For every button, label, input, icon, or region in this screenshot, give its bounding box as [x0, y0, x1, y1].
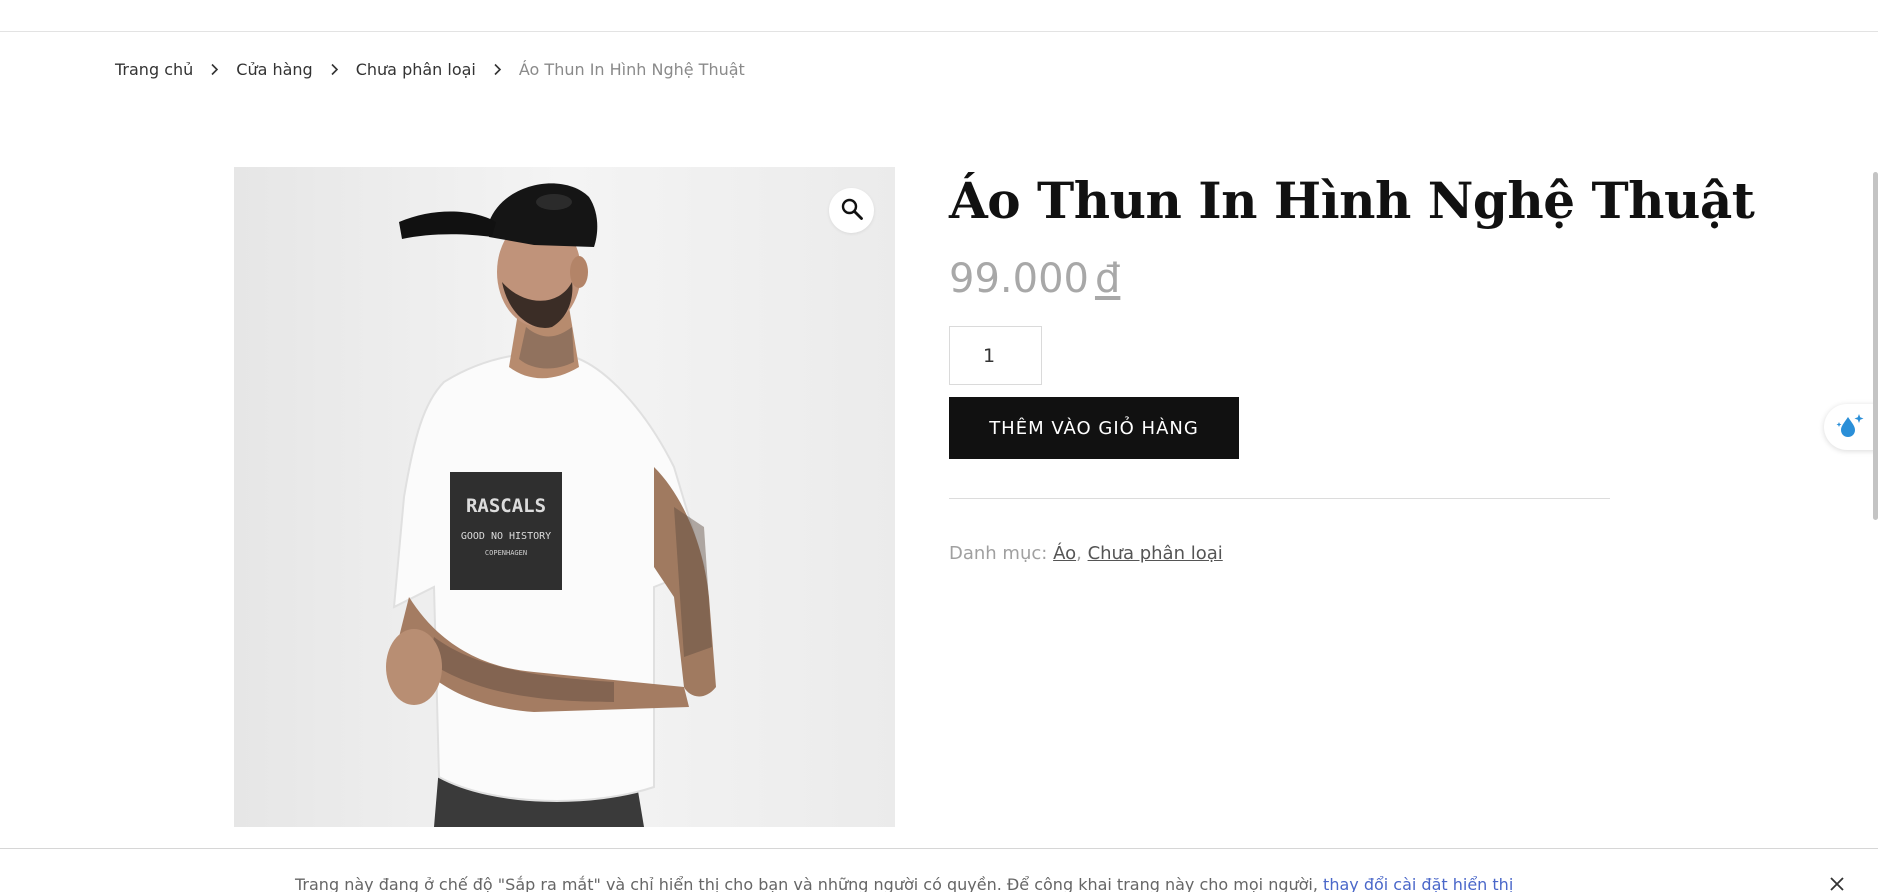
notice-settings-link[interactable]: thay đổi cài đặt hiển thị	[1323, 875, 1513, 892]
price-amount: 99.000	[949, 256, 1089, 302]
product-photo: RASCALS GOOD NO HISTORY COPENHAGEN	[234, 167, 895, 827]
header-divider	[0, 31, 1878, 32]
water-drop-sparkle-icon	[1836, 411, 1866, 443]
shirt-print-line2: COPENHAGEN	[485, 549, 527, 557]
chevron-right-icon	[476, 63, 519, 76]
breadcrumb-current: Áo Thun In Hình Nghệ Thuật	[518, 59, 745, 79]
shirt-print-title: RASCALS	[466, 495, 546, 517]
add-to-cart-button[interactable]: THÊM VÀO GIỎ HÀNG	[949, 397, 1239, 459]
price-currency: đ	[1094, 256, 1121, 302]
side-widget-button[interactable]	[1824, 404, 1878, 450]
breadcrumb-shop[interactable]: Cửa hàng	[236, 60, 312, 79]
chevron-right-icon	[193, 63, 236, 76]
quantity-field[interactable]	[949, 326, 1042, 385]
chevron-right-icon	[313, 63, 356, 76]
notice-message: Trang này đang ở chế độ "Sắp ra mắt" và …	[295, 875, 1318, 892]
zoom-button[interactable]	[829, 188, 874, 233]
page-scrollbar[interactable]	[1873, 172, 1878, 520]
coming-soon-notice: Trang này đang ở chế độ "Sắp ra mắt" và …	[0, 848, 1878, 892]
summary-divider	[949, 498, 1610, 499]
breadcrumb-home[interactable]: Trang chủ	[115, 60, 193, 79]
category-separator: ,	[1076, 543, 1082, 564]
notice-text-row: Trang này đang ở chế độ "Sắp ra mắt" và …	[295, 875, 1513, 892]
shirt-print-line1: GOOD NO HISTORY	[461, 531, 551, 542]
magnifier-icon	[840, 197, 864, 225]
product-price: 99.000 đ	[949, 251, 1610, 307]
breadcrumb: Trang chủ Cửa hàng Chưa phân loại Áo Thu…	[115, 58, 745, 80]
product-categories: Danh mục: Áo, Chưa phân loại	[949, 543, 1610, 564]
breadcrumb-uncategorized[interactable]: Chưa phân loại	[356, 60, 476, 79]
quantity-input[interactable]	[983, 344, 1023, 367]
category-link-uncategorized[interactable]: Chưa phân loại	[1088, 543, 1223, 564]
category-label: Danh mục:	[949, 543, 1048, 564]
category-link-ao[interactable]: Áo	[1053, 543, 1076, 564]
close-icon	[1830, 872, 1844, 892]
product-image[interactable]: RASCALS GOOD NO HISTORY COPENHAGEN	[234, 167, 895, 827]
notice-close-button[interactable]	[1826, 873, 1848, 892]
product-title: Áo Thun In Hình Nghệ Thuật	[949, 171, 1755, 230]
product-summary: Áo Thun In Hình Nghệ Thuật 99.000đ THÊM …	[949, 167, 1755, 564]
